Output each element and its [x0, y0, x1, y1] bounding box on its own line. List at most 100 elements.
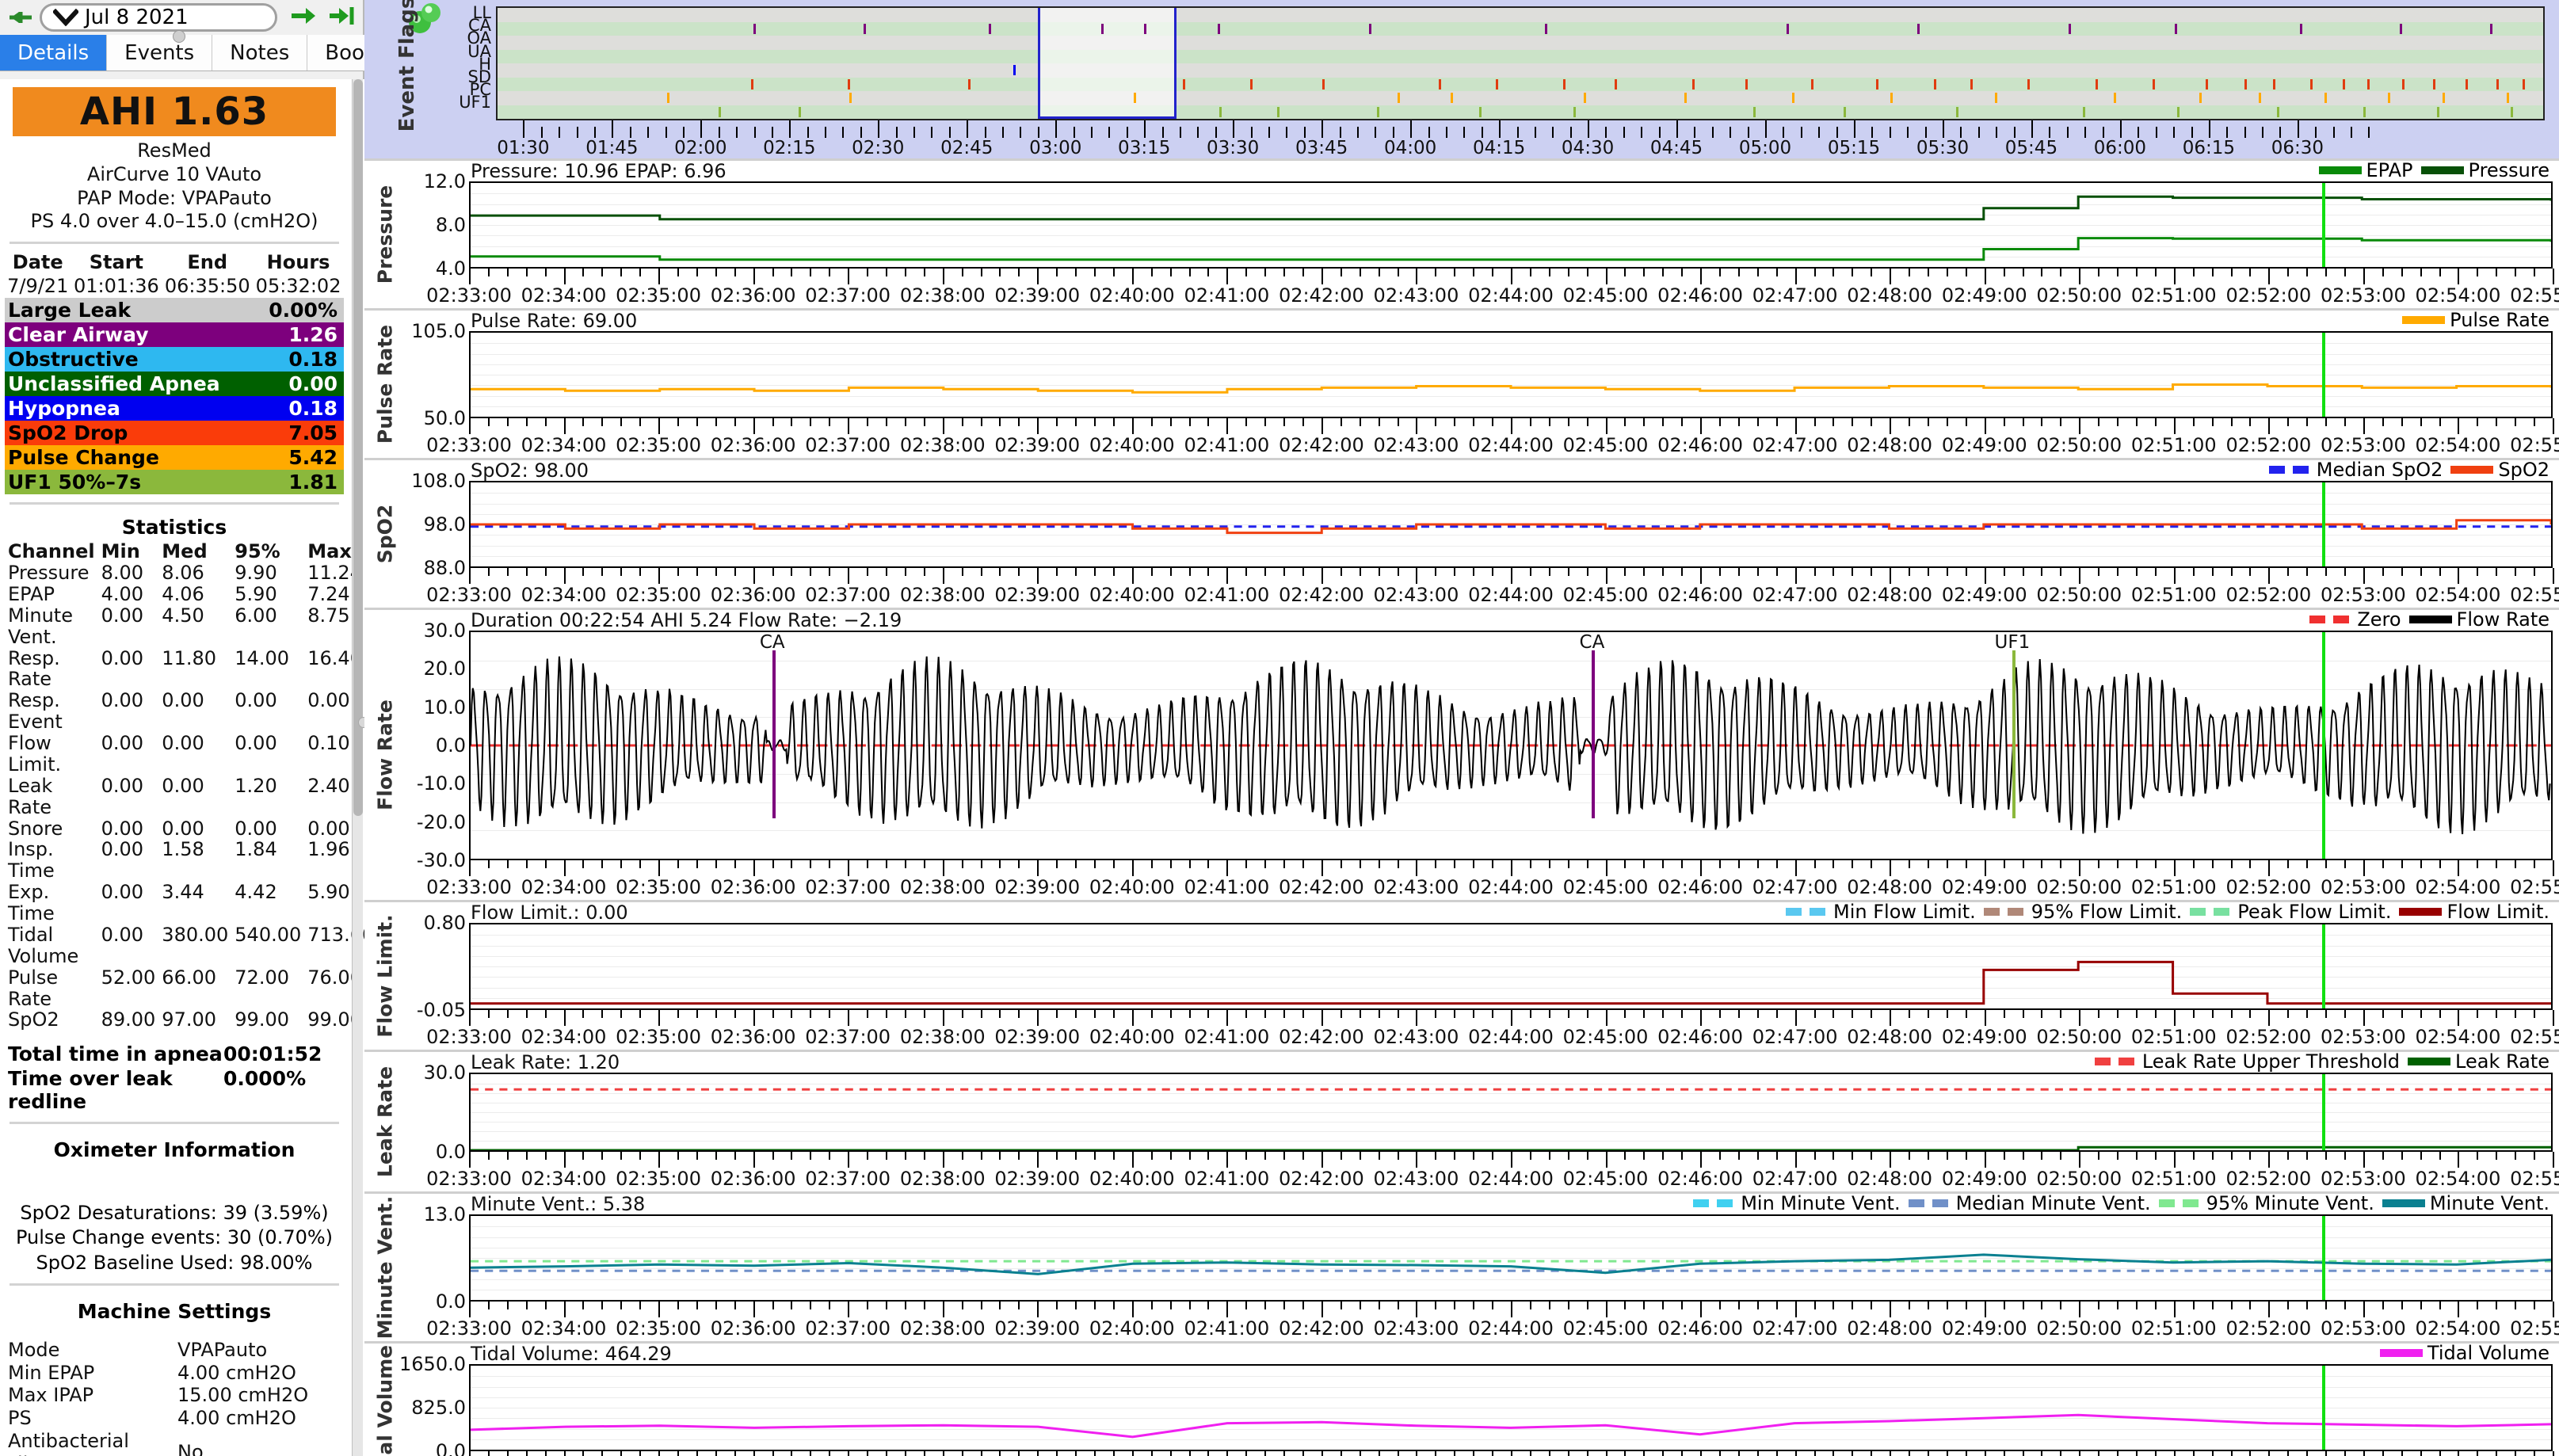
axis-minor-tick	[1643, 1451, 1646, 1456]
chart-ylabel: Pulse Rate	[364, 311, 406, 458]
event-flag-marker	[798, 106, 801, 117]
chart-plot[interactable]	[469, 1364, 2553, 1451]
axis-minor-tick	[487, 1302, 490, 1309]
sidebar-scrollbar-thumb[interactable]	[353, 79, 363, 816]
x-tick-label: 02:34:00	[521, 876, 607, 898]
axis-minor-tick	[1112, 1152, 1115, 1160]
axis-minor-tick	[715, 269, 717, 276]
chart-row-flow-rate[interactable]: Flow Rate Duration 00:22:54 AHI 5.24 Flow…	[364, 608, 2559, 900]
event-flags-x-label: 05:30	[1916, 138, 1970, 158]
axis-minor-tick	[1359, 1010, 1361, 1018]
event-flag-marker	[2175, 23, 2178, 34]
chart-row-pulse-rate[interactable]: Pulse Rate Pulse Rate: 69.00 Pulse Rate 105…	[364, 308, 2559, 458]
axis-minor-tick	[696, 568, 698, 576]
panel-resize-handle[interactable]	[173, 30, 185, 43]
axis-minor-tick	[2439, 1451, 2441, 1456]
axis-tick	[1321, 1451, 1323, 1456]
back-arrow-icon[interactable]	[8, 6, 35, 29]
chart-plot-wrapper[interactable]: 105.0 50.0	[406, 320, 2553, 429]
time-cursor[interactable]	[2322, 183, 2326, 267]
axis-tick	[1511, 418, 1512, 434]
time-cursor[interactable]	[2322, 333, 2326, 417]
event-flags-x-label: 01:45	[585, 138, 639, 158]
time-cursor[interactable]	[2322, 924, 2326, 1008]
axis-minor-tick	[1492, 1451, 1494, 1456]
x-tick-label: 02:47:00	[1752, 584, 1838, 606]
axis-tick	[2079, 1451, 2081, 1456]
time-cursor[interactable]	[2322, 1074, 2326, 1150]
legend-item: Leak Rate Upper Threshold	[2094, 1050, 2400, 1073]
chart-ylabel-text: Flow Limit.	[373, 914, 397, 1038]
sidebar-scrollbar[interactable]	[352, 79, 363, 1456]
time-cursor[interactable]	[2322, 1216, 2326, 1300]
axis-minor-tick	[1719, 1302, 1721, 1309]
event-flags-selection-window[interactable]	[1037, 8, 1177, 119]
x-tick-label: 02:54:00	[2415, 1026, 2501, 1048]
x-tick-label: 02:51:00	[2130, 1026, 2217, 1048]
chart-row-tidal-volume[interactable]: Tidal Volume Tidal Volume: 464.29 Tidal Vo…	[364, 1341, 2559, 1456]
event-flags-plot[interactable]: 01:30 01:45 02:00 02:15 02:30 02:45 03:00 03:15…	[496, 6, 2545, 158]
axis-minor-tick	[1056, 1302, 1058, 1309]
x-tick-label: 02:53:00	[2321, 876, 2406, 898]
axis-minor-tick	[2344, 1152, 2346, 1160]
chart-ylabel: Leak Rate	[364, 1052, 406, 1191]
go-to-last-icon[interactable]	[328, 5, 355, 30]
x-tick-label: 02:35:00	[616, 876, 701, 898]
time-cursor[interactable]	[2322, 632, 2326, 859]
machine-settings-title: Machine Settings	[77, 1299, 272, 1323]
axis-minor-tick	[2306, 418, 2309, 426]
chart-plot[interactable]: CA CA UF1	[469, 631, 2553, 860]
chart-plot-wrapper[interactable]: 30.0 20.0 10.0 0.0 -10.0 -20.0 -30.0 CA CA UF1	[406, 619, 2553, 871]
chart-plot[interactable]	[469, 923, 2553, 1010]
event-flags-x-label: 06:30	[2271, 138, 2324, 158]
chart-plot-wrapper[interactable]: 30.0 0.0	[406, 1062, 2553, 1163]
axis-minor-tick	[2344, 418, 2346, 426]
y-tick-label: 0.0	[435, 1440, 466, 1456]
axis-tick	[2173, 269, 2176, 284]
chart-plot[interactable]	[469, 181, 2553, 269]
time-cursor[interactable]	[2322, 482, 2326, 566]
tab-notes[interactable]: Notes	[212, 35, 308, 71]
chart-plot[interactable]	[469, 1073, 2553, 1152]
axis-tick	[1226, 1451, 1229, 1456]
axis-minor-tick	[1529, 1451, 1531, 1456]
chart-row-flow-limit[interactable]: Flow Limit. Flow Limit.: 0.00 Min Flow Lim…	[364, 900, 2559, 1050]
axis-minor-tick	[2420, 1152, 2422, 1160]
chart-plot-wrapper[interactable]: 1650.0 825.0 0.0	[399, 1353, 2553, 1456]
event-flags-channel-labels: LL CA OA UA H SD PC UF1	[444, 0, 496, 158]
time-cursor[interactable]	[2322, 1366, 2326, 1450]
axis-minor-tick	[1264, 1152, 1267, 1160]
tab-events[interactable]: Events	[107, 35, 213, 71]
chart-plot[interactable]	[469, 331, 2553, 418]
axis-tick	[753, 418, 755, 434]
axis-minor-tick	[2439, 1152, 2441, 1160]
stats-value: 4.06	[162, 582, 204, 605]
chart-plot[interactable]	[469, 1214, 2553, 1302]
chart-row-pressure[interactable]: Pressure Pressure: 10.96 EPAP: 6.96 EPAP Pr…	[364, 158, 2559, 308]
axis-tick	[1984, 860, 1986, 876]
axis-tick	[658, 418, 661, 434]
axis-minor-tick	[1737, 860, 1740, 868]
event-flag-marker	[1100, 23, 1104, 34]
axis-minor-tick	[860, 127, 862, 138]
chart-plot-wrapper[interactable]: 108.0 98.0 88.0	[406, 470, 2553, 579]
axis-minor-tick	[1378, 1302, 1380, 1309]
chart-plot-wrapper[interactable]: 12.0 8.0 4.0	[406, 170, 2553, 280]
chart-plot-wrapper[interactable]: 13.0 0.0	[406, 1203, 2553, 1313]
chart-row-minute-vent[interactable]: Minute Vent. Minute Vent.: 5.38 Min Minute…	[364, 1191, 2559, 1341]
chart-plot[interactable]	[469, 481, 2553, 568]
legend-label: Tidal Volume	[2427, 1342, 2549, 1364]
axis-minor-tick	[677, 269, 679, 276]
axis-minor-tick	[487, 1152, 490, 1160]
date-selector[interactable]: Jul 8 2021	[40, 3, 277, 32]
chart-row-spo2[interactable]: SpO2 SpO2: 98.00 Median SpO2 SpO2 108.0 98.0 8…	[364, 458, 2559, 608]
axis-minor-tick	[771, 127, 773, 138]
chart-plot-wrapper[interactable]: 0.80 -0.05	[406, 912, 2553, 1021]
axis-minor-tick	[1719, 568, 1721, 576]
forward-arrow-icon[interactable]	[290, 5, 317, 30]
event-flag-marker	[751, 78, 754, 90]
chart-ylabel: Flow Rate	[364, 610, 406, 900]
tab-details[interactable]: Details	[0, 35, 108, 71]
axis-minor-tick	[829, 418, 831, 426]
chart-row-leak-rate[interactable]: Leak Rate Leak Rate: 1.20 Leak Rate Upper …	[364, 1050, 2559, 1191]
